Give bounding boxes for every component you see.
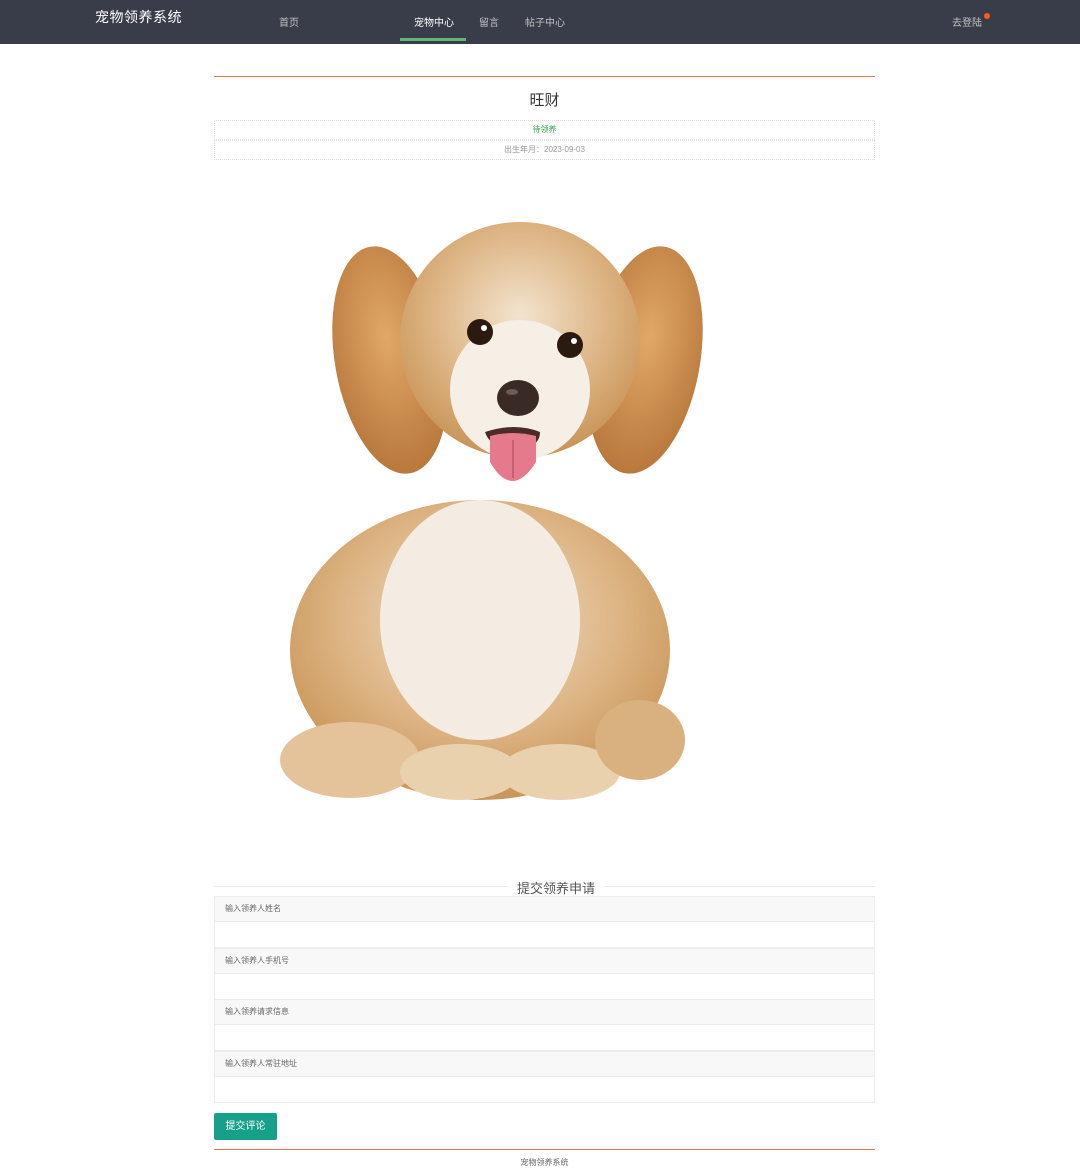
pet-name: 旺财 (529, 92, 560, 109)
footer-text: 宠物领养系统 (520, 1158, 569, 1167)
nav-item-pet-center[interactable]: 宠物中心 (414, 14, 454, 29)
request-info-input[interactable] (214, 1025, 875, 1051)
nav-item-messages[interactable]: 留言 (479, 14, 499, 29)
applicant-address-input[interactable] (214, 1077, 875, 1103)
nav-item-posts[interactable]: 帖子中心 (525, 14, 565, 29)
request-info-label: 输入领养请求信息 (214, 999, 875, 1025)
submit-button[interactable]: 提交评论 (214, 1113, 277, 1140)
top-navbar: 宠物领养系统 首页 宠物中心 留言 帖子中心 去登陆 (0, 0, 1080, 44)
footer-divider (214, 1149, 875, 1150)
applicant-address-label: 输入领养人常驻地址 (214, 1051, 875, 1077)
nav-item-home[interactable]: 首页 (279, 14, 299, 29)
birth-date: 出生年月：2023-09-03 (214, 140, 875, 160)
pet-photo (280, 222, 703, 800)
login-link[interactable]: 去登陆 (952, 14, 982, 29)
top-divider (214, 76, 875, 77)
form-title: 提交领养申请 (509, 878, 604, 897)
site-brand[interactable]: 宠物领养系统 (95, 7, 182, 27)
notification-dot (984, 13, 990, 19)
applicant-name-label: 输入领养人姓名 (214, 896, 875, 922)
adoption-status: 待领养 (214, 120, 875, 140)
applicant-name-input[interactable] (214, 922, 875, 948)
nav-active-indicator (400, 38, 466, 41)
applicant-phone-input[interactable] (214, 974, 875, 1000)
applicant-phone-label: 输入领养人手机号 (214, 948, 875, 974)
